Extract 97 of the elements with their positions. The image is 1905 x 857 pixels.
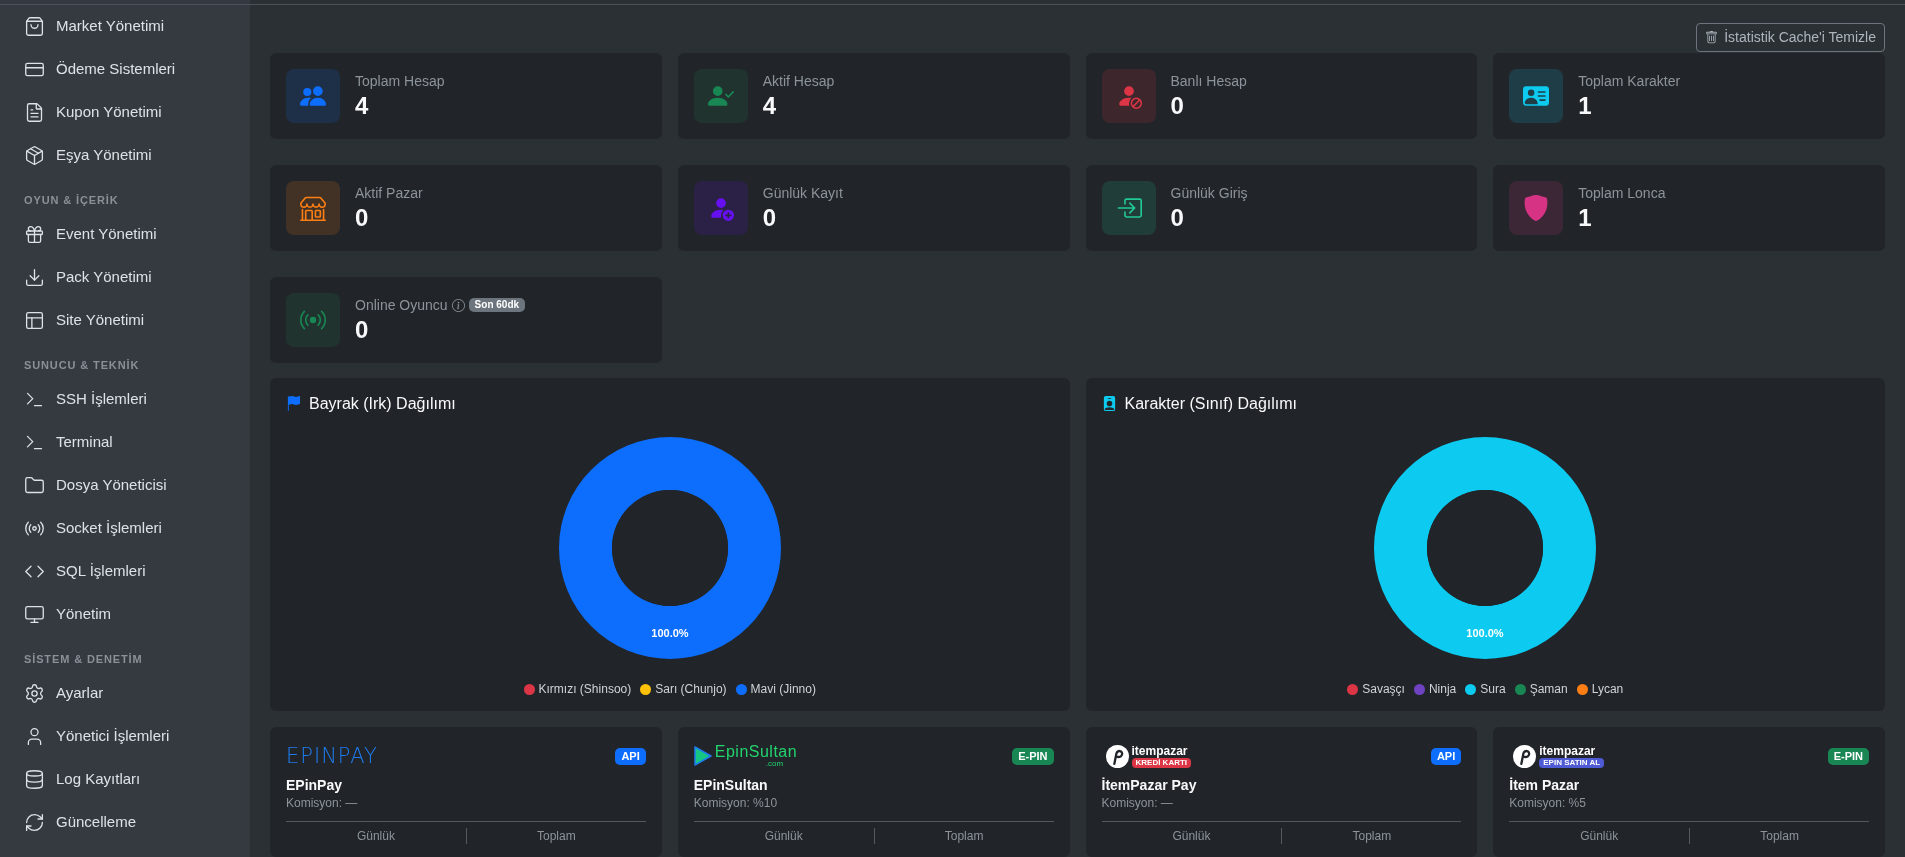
- type-badge: API: [1430, 747, 1462, 765]
- sidebar-item[interactable]: SQL İşlemleri: [8, 550, 242, 593]
- stat-value: 0: [355, 203, 370, 233]
- shopping-bag-icon: [24, 16, 45, 37]
- column-label: Günlük: [1172, 828, 1211, 844]
- logo-wordmark: EPINPAY: [286, 744, 378, 768]
- database-icon: [24, 769, 45, 790]
- legend-label: Sura: [1480, 681, 1506, 697]
- slice-value-label: 100.0%: [651, 626, 689, 639]
- commission-text: Komisyon: —: [1101, 795, 1174, 812]
- sidebar-item[interactable]: Log Kayıtları: [8, 758, 242, 801]
- person-badge-icon: [1101, 396, 1117, 411]
- logo-wordmark: itempazar: [1131, 744, 1188, 758]
- sidebar-item[interactable]: Site Yönetimi: [8, 299, 242, 342]
- sidebar-item[interactable]: Event Yönetimi: [8, 213, 242, 256]
- stat-label: Toplam Lonca: [1578, 184, 1666, 203]
- section-heading: SİSTEM & DENETİM: [24, 653, 143, 666]
- legend-label: Ninja: [1428, 681, 1457, 697]
- download-icon: [24, 267, 45, 288]
- sidebar-item[interactable]: Yönetici İşlemleri: [8, 715, 242, 758]
- legend-label: Savaşçı: [1362, 681, 1405, 697]
- sidebar-item[interactable]: Market Yönetimi: [8, 5, 242, 48]
- chart-title: Karakter (Sınıf) Dağılımı: [1124, 394, 1297, 414]
- circle-logo-icon: [1105, 744, 1129, 768]
- slice-value-label: 100.0%: [1466, 626, 1504, 639]
- type-badge: E-PIN: [1827, 747, 1869, 765]
- box-icon: [24, 145, 45, 166]
- legend-label: Şaman: [1529, 681, 1568, 697]
- section-heading: SUNUCU & TEKNİK: [24, 359, 140, 372]
- stat-label: Toplam Karakter: [1578, 72, 1681, 91]
- sidebar-item[interactable]: Dosya Yöneticisi: [8, 464, 242, 507]
- provider-name: EPinSultan: [693, 776, 769, 795]
- stat-label: Aktif Pazar: [355, 184, 423, 203]
- sidebar-item[interactable]: SSH İşlemleri: [8, 378, 242, 421]
- stat-value: 1: [1578, 91, 1593, 121]
- clear-cache-button[interactable]: İstatistik Cache'i Temizle: [1696, 23, 1885, 52]
- provider-name: EPinPay: [286, 776, 344, 795]
- column-label: Günlük: [1580, 828, 1619, 844]
- chart-title: Bayrak (Irk) Dağılımı: [309, 394, 456, 414]
- column-label: Günlük: [764, 828, 803, 844]
- stat-value: 0: [1170, 203, 1185, 233]
- logo-tag: KREDİ KARTI: [1131, 758, 1192, 768]
- legend-label: Sarı (Chunjo): [655, 681, 727, 697]
- stat-value: 4: [355, 91, 370, 121]
- gift-icon: [24, 224, 45, 245]
- commission-text: Komisyon: %10: [693, 795, 779, 812]
- sidebar-item[interactable]: Socket İşlemleri: [8, 507, 242, 550]
- time-badge: Son 60dk: [468, 298, 526, 312]
- info-icon[interactable]: [451, 298, 465, 312]
- column-label: Toplam: [1760, 828, 1799, 844]
- legend-label: Mavi (Jinno): [750, 681, 816, 697]
- column-label: Toplam: [1352, 828, 1392, 844]
- commission-text: Komisyon: —: [286, 795, 359, 812]
- refresh-icon: [24, 812, 45, 833]
- stat-label: Aktif Hesap: [762, 72, 835, 91]
- stat-value: 0: [355, 315, 370, 345]
- layout-icon: [24, 310, 45, 331]
- logo-wordmark: EpinSultan: [714, 744, 798, 760]
- sidebar-item[interactable]: Ödeme Sistemleri: [8, 48, 242, 91]
- sidebar-item[interactable]: Eşya Yönetimi: [8, 134, 242, 177]
- document-icon: [24, 102, 45, 123]
- commission-text: Komisyon: %5: [1509, 795, 1587, 812]
- column-label: Toplam: [944, 828, 984, 844]
- provider-name: İtemPazar Pay: [1101, 776, 1198, 795]
- sidebar-item[interactable]: Ayarlar: [8, 672, 242, 715]
- stat-label: Günlük Kayıt: [762, 184, 843, 203]
- stat-label: Toplam Hesap: [355, 72, 445, 91]
- type-badge: E-PIN: [1012, 747, 1054, 765]
- sidebar-item[interactable]: Kupon Yönetimi: [8, 91, 242, 134]
- logo-wordmark: itempazar: [1539, 744, 1596, 758]
- column-label: Günlük: [356, 828, 395, 844]
- stat-value: 0: [1170, 91, 1185, 121]
- flag-icon: [286, 396, 301, 411]
- trash-icon: [1705, 31, 1719, 44]
- stat-label: Banlı Hesap: [1170, 72, 1247, 91]
- legend-label: Kırmızı (Shinsoo): [538, 681, 632, 697]
- logo-tag: EPIN SATIN AL: [1539, 758, 1605, 768]
- monitor-icon: [24, 604, 45, 625]
- folder-icon: [24, 475, 45, 496]
- column-label: Toplam: [536, 828, 576, 844]
- legend-label: Lycan: [1591, 681, 1624, 697]
- stat-value: 1: [1578, 203, 1593, 233]
- stat-label: Günlük Giriş: [1170, 184, 1248, 203]
- sidebar-item[interactable]: Güncelleme: [8, 801, 242, 844]
- stat-value: 4: [762, 91, 778, 121]
- sidebar-item[interactable]: Yönetim: [8, 593, 242, 636]
- settings-icon: [24, 683, 45, 704]
- logo-suffix: .com: [765, 760, 784, 768]
- sidebar-item[interactable]: Pack Yönetimi: [8, 256, 242, 299]
- section-heading: OYUN & İÇERİK: [24, 194, 119, 207]
- circle-logo-icon: [1513, 744, 1537, 768]
- stat-label: Online Oyuncu: [355, 296, 448, 315]
- type-badge: API: [615, 747, 646, 765]
- sidebar-item[interactable]: Terminal: [8, 421, 242, 464]
- stat-value: 0: [762, 203, 778, 233]
- provider-name: İtem Pazar: [1509, 776, 1581, 795]
- play-logo-icon: [693, 746, 712, 766]
